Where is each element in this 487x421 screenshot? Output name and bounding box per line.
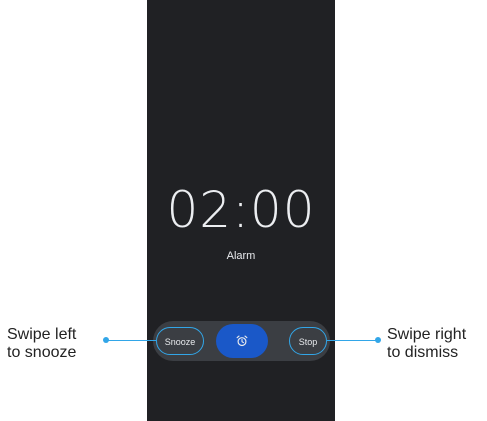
- swipe-right-line1: Swipe right: [387, 326, 467, 343]
- alarm-clock-icon: [236, 335, 248, 347]
- swipe-left-line1: Swipe left: [7, 326, 77, 343]
- swipe-right-annotation: Swipe right to dismiss: [387, 326, 487, 362]
- snooze-button[interactable]: Snooze: [156, 327, 204, 355]
- annotation-left-connector: [106, 339, 156, 341]
- annotation-right-connector: [327, 339, 378, 341]
- swipe-right-line2: to dismiss: [387, 344, 459, 361]
- annotation-right-dot: [375, 337, 381, 343]
- alarm-label: Alarm: [226, 250, 256, 262]
- alarm-time: 02:00: [166, 181, 316, 239]
- stop-button[interactable]: Stop: [289, 327, 327, 355]
- swipe-left-line2: to snooze: [7, 344, 77, 361]
- alarm-slider-handle[interactable]: [216, 324, 268, 358]
- alarm-action-slider[interactable]: Snooze Stop: [153, 321, 330, 361]
- swipe-left-annotation: Swipe left to snooze: [7, 326, 117, 362]
